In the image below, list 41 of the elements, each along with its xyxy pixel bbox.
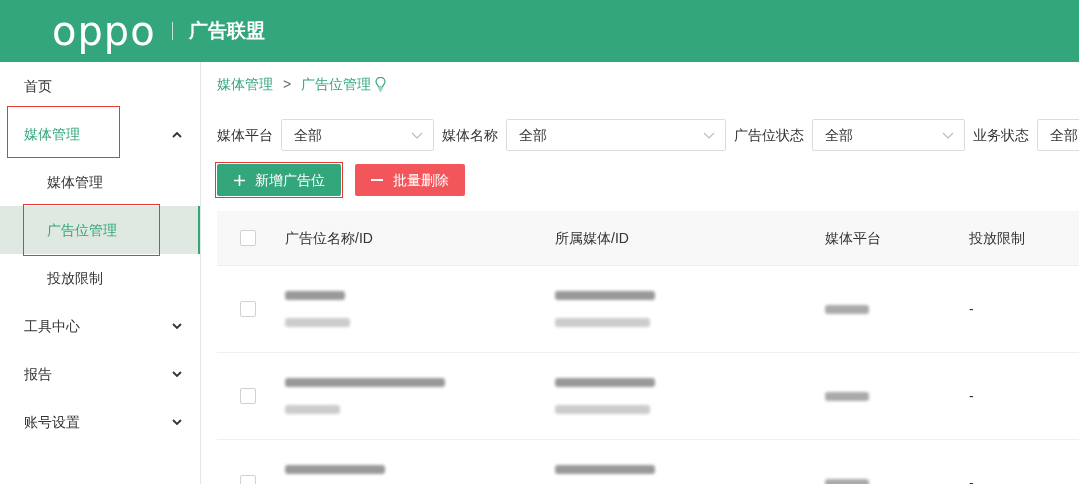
chevron-down-icon bbox=[703, 131, 715, 139]
caret-down-icon bbox=[172, 322, 182, 330]
filter-dropdown[interactable]: 全部 bbox=[1037, 119, 1079, 151]
filter-label: 媒体名称 bbox=[442, 125, 498, 145]
caret-down-icon bbox=[172, 370, 182, 378]
blurred-text bbox=[285, 291, 345, 300]
filter-label: 媒体平台 bbox=[217, 125, 273, 145]
filter-dropdown[interactable]: 全部 bbox=[506, 119, 726, 151]
app-title: 广告联盟 bbox=[188, 18, 265, 43]
caret-down-icon bbox=[172, 418, 182, 426]
filter-label: 广告位状态 bbox=[734, 125, 804, 145]
blurred-text bbox=[825, 391, 869, 401]
filter-dropdown[interactable]: 全部 bbox=[281, 119, 434, 151]
column-header[interactable]: 所属媒体/ID bbox=[555, 227, 825, 249]
submenu-item[interactable]: 媒体管理 bbox=[0, 158, 200, 206]
menu-item[interactable]: 账号设置 bbox=[0, 398, 200, 446]
checkbox[interactable] bbox=[240, 301, 256, 317]
blurred-text bbox=[825, 304, 869, 314]
minus-icon bbox=[371, 179, 383, 181]
checkbox[interactable] bbox=[240, 230, 256, 246]
caret-up-icon bbox=[172, 130, 182, 138]
menu-item[interactable]: 工具中心 bbox=[0, 302, 200, 350]
column-header[interactable]: 广告位名称/ID bbox=[285, 227, 555, 249]
plus-icon bbox=[233, 174, 245, 186]
filter-dropdown[interactable]: 全部 bbox=[812, 119, 965, 151]
blurred-text bbox=[285, 318, 350, 327]
table-cell-text: - bbox=[969, 299, 975, 319]
menu-item[interactable]: 报告 bbox=[0, 350, 200, 398]
table-cell-text: - bbox=[969, 473, 975, 484]
checkbox[interactable] bbox=[240, 388, 256, 404]
column-header[interactable]: 投放限制 bbox=[969, 227, 1079, 249]
chevron-down-icon bbox=[942, 131, 954, 139]
lightbulb-icon[interactable] bbox=[375, 76, 387, 92]
submenu-item[interactable]: 投放限制 bbox=[0, 254, 200, 302]
breadcrumb-separator: > bbox=[283, 74, 292, 94]
filter-label: 业务状态 bbox=[973, 125, 1029, 145]
table-cell-text: - bbox=[969, 386, 975, 406]
blurred-text bbox=[285, 405, 340, 414]
chevron-down-icon bbox=[411, 131, 423, 139]
menu-item[interactable]: 首页 bbox=[0, 62, 200, 110]
column-header[interactable]: 媒体平台 bbox=[825, 227, 969, 249]
